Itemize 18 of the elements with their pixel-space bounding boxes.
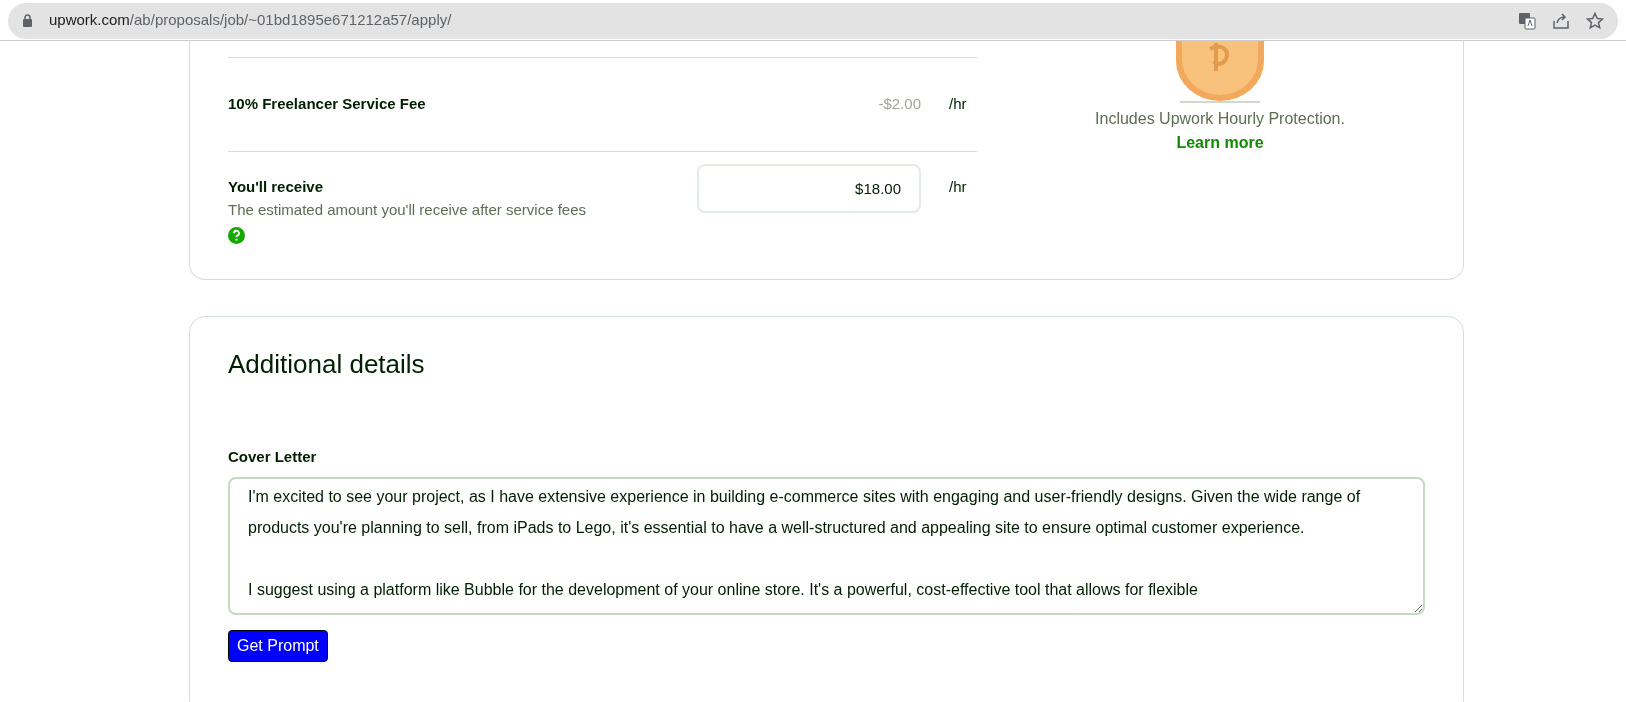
cover-letter-field[interactable]: I'm excited to see your project, as I have extensive experience in building e-commerce sites with engaging and user-friendly designs. Given the wide range of products you're planning to sell, from iPads to Lego, it's essential to have a well-structured and appealing site to ensure optimal customer experience. I suggest using a platform like Bubble for the development of your online store. It's a powerful, cost-effective tool that allows for flexible <box>228 476 1425 615</box>
lock-icon <box>22 14 33 27</box>
translate-icon[interactable] <box>1518 11 1536 30</box>
receive-description: The estimated amount you'll receive after service fees <box>228 199 588 220</box>
amount-input[interactable]: $18.00 <box>697 164 921 213</box>
get-prompt-button[interactable]: Get Prompt <box>228 629 328 662</box>
fee-label: 10% Freelancer Service Fee <box>228 94 427 115</box>
protection-text: Includes Upwork Hourly Protection. <box>1095 109 1345 129</box>
section-title: Additional details <box>228 349 426 381</box>
learn-more-link[interactable]: Learn more <box>1176 131 1264 155</box>
cover-letter-label: Cover Letter <box>228 447 318 468</box>
unit-label: /hr <box>948 94 968 115</box>
help-icon[interactable] <box>228 227 245 245</box>
unit-label: /hr <box>948 177 968 197</box>
fee-amount: -$2.00 <box>878 94 921 115</box>
receive-label: You'll receive <box>228 177 324 197</box>
star-icon[interactable] <box>1586 11 1604 30</box>
share-icon[interactable] <box>1552 11 1570 30</box>
